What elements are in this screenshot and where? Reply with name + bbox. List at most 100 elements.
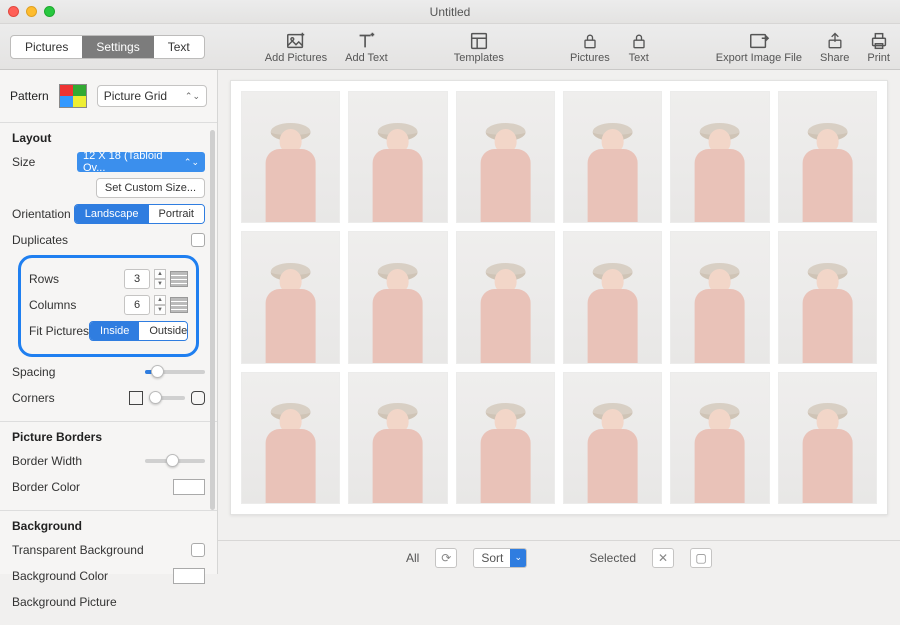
border-color-well[interactable] <box>173 479 205 495</box>
corners-label: Corners <box>12 391 55 405</box>
templates-button[interactable]: Templates <box>454 30 504 64</box>
share-label: Share <box>820 52 849 64</box>
rows-label: Rows <box>29 272 59 286</box>
bg-color-well[interactable] <box>173 568 205 584</box>
image-grid <box>241 91 877 504</box>
fit-inside-button[interactable]: Inside <box>90 322 139 340</box>
thumbnail[interactable] <box>778 372 877 504</box>
borders-heading: Picture Borders <box>12 430 205 444</box>
rows-input[interactable]: 3 <box>124 269 150 289</box>
orientation-segmented: Landscape Portrait <box>74 204 205 224</box>
print-button[interactable]: Print <box>867 30 890 64</box>
pattern-swatch-icon <box>59 84 87 108</box>
add-pictures-button[interactable]: Add Pictures <box>265 30 327 64</box>
thumbnail[interactable] <box>456 91 555 223</box>
border-width-slider[interactable] <box>145 459 205 463</box>
duplicates-checkbox[interactable] <box>191 233 205 247</box>
lock-text-icon <box>628 30 650 52</box>
layout-panel: Layout Size 12 X 18 (Tabloid Ov... ⌃⌄ Se… <box>0 122 217 421</box>
remove-selected-button[interactable]: ✕ <box>652 548 674 568</box>
thumbnail[interactable] <box>241 91 340 223</box>
pattern-select[interactable]: Picture Grid ⌃⌄ <box>97 85 207 107</box>
bg-picture-label: Background Picture <box>12 595 117 609</box>
border-color-label: Border Color <box>12 480 80 494</box>
thumbnail[interactable] <box>670 372 769 504</box>
rows-stepper[interactable]: ▲▼ <box>154 269 166 289</box>
thumbnail[interactable] <box>670 91 769 223</box>
window-title: Untitled <box>0 5 900 19</box>
thumbnail[interactable] <box>778 231 877 363</box>
columns-grid-icon <box>170 297 188 313</box>
tab-text[interactable]: Text <box>154 36 204 58</box>
thumbnail[interactable] <box>670 231 769 363</box>
tab-pictures[interactable]: Pictures <box>11 36 82 58</box>
thumbnail[interactable] <box>563 231 662 363</box>
lock-pictures-label: Pictures <box>570 52 610 64</box>
thumbnail[interactable] <box>456 231 555 363</box>
corners-round-icon[interactable] <box>191 391 205 405</box>
reveal-selected-button[interactable]: ▢ <box>690 548 712 568</box>
size-select[interactable]: 12 X 18 (Tabloid Ov... ⌃⌄ <box>77 152 205 172</box>
add-text-label: Add Text <box>345 52 388 64</box>
templates-label: Templates <box>454 52 504 64</box>
title-bar: Untitled <box>0 0 900 24</box>
thumbnail[interactable] <box>241 372 340 504</box>
pattern-value: Picture Grid <box>104 89 167 103</box>
toolbar: Pictures Settings Text Add Pictures Add … <box>0 24 900 70</box>
corners-slider[interactable] <box>149 396 185 400</box>
thumbnail[interactable] <box>241 231 340 363</box>
orientation-landscape-button[interactable]: Landscape <box>75 205 149 223</box>
close-icon: ✕ <box>658 551 668 565</box>
sort-label: Sort <box>474 551 510 565</box>
lock-pictures-icon <box>579 30 601 52</box>
orientation-portrait-button[interactable]: Portrait <box>149 205 204 223</box>
refresh-button[interactable]: ⟳ <box>435 548 457 568</box>
image-icon: ▢ <box>695 551 706 565</box>
thumbnail[interactable] <box>348 231 447 363</box>
thumbnail[interactable] <box>563 372 662 504</box>
lock-pictures-button[interactable]: Pictures <box>570 30 610 64</box>
fit-outside-button[interactable]: Outside <box>139 322 188 340</box>
fit-segmented: Inside Outside <box>89 321 188 341</box>
pattern-label: Pattern <box>10 89 49 103</box>
chevron-updown-icon: ⌃⌄ <box>184 157 199 168</box>
border-width-label: Border Width <box>12 454 82 468</box>
sort-button[interactable]: Sort ⌄ <box>473 548 527 568</box>
transparent-bg-label: Transparent Background <box>12 543 144 557</box>
add-text-button[interactable]: Add Text <box>345 30 388 64</box>
settings-sidebar: Pattern Picture Grid ⌃⌄ Layout Size 12 X… <box>0 70 218 574</box>
export-icon <box>748 30 770 52</box>
set-custom-size-button[interactable]: Set Custom Size... <box>96 178 205 198</box>
rows-grid-icon <box>170 271 188 287</box>
tab-settings[interactable]: Settings <box>82 36 153 58</box>
grid-settings-highlight: Rows 3 ▲▼ Columns 6 ▲▼ Fit <box>18 255 199 357</box>
thumbnail[interactable] <box>563 91 662 223</box>
print-label: Print <box>867 52 890 64</box>
orientation-label: Orientation <box>12 207 71 221</box>
export-button[interactable]: Export Image File <box>716 30 802 64</box>
export-label: Export Image File <box>716 52 802 64</box>
corners-square-icon[interactable] <box>129 391 143 405</box>
lock-text-button[interactable]: Text <box>628 30 650 64</box>
refresh-icon: ⟳ <box>441 551 451 565</box>
size-label: Size <box>12 155 35 169</box>
scrollbar[interactable] <box>210 130 215 510</box>
layout-heading: Layout <box>12 131 205 145</box>
share-icon <box>824 30 846 52</box>
spacing-slider[interactable] <box>145 370 205 374</box>
thumbnail[interactable] <box>456 372 555 504</box>
columns-input[interactable]: 6 <box>124 295 150 315</box>
columns-stepper[interactable]: ▲▼ <box>154 295 166 315</box>
thumbnail[interactable] <box>348 91 447 223</box>
templates-icon <box>468 30 490 52</box>
thumbnail[interactable] <box>348 372 447 504</box>
chevron-down-icon: ⌄ <box>510 549 526 567</box>
thumbnail[interactable] <box>778 91 877 223</box>
canvas-area: All ⟳ Sort ⌄ Selected ✕ ▢ <box>218 70 900 574</box>
chevron-updown-icon: ⌃⌄ <box>185 91 200 102</box>
columns-label: Columns <box>29 298 76 312</box>
background-panel: Background Transparent Background Backgr… <box>0 510 217 625</box>
share-button[interactable]: Share <box>820 30 849 64</box>
text-plus-icon <box>355 30 377 52</box>
transparent-bg-checkbox[interactable] <box>191 543 205 557</box>
